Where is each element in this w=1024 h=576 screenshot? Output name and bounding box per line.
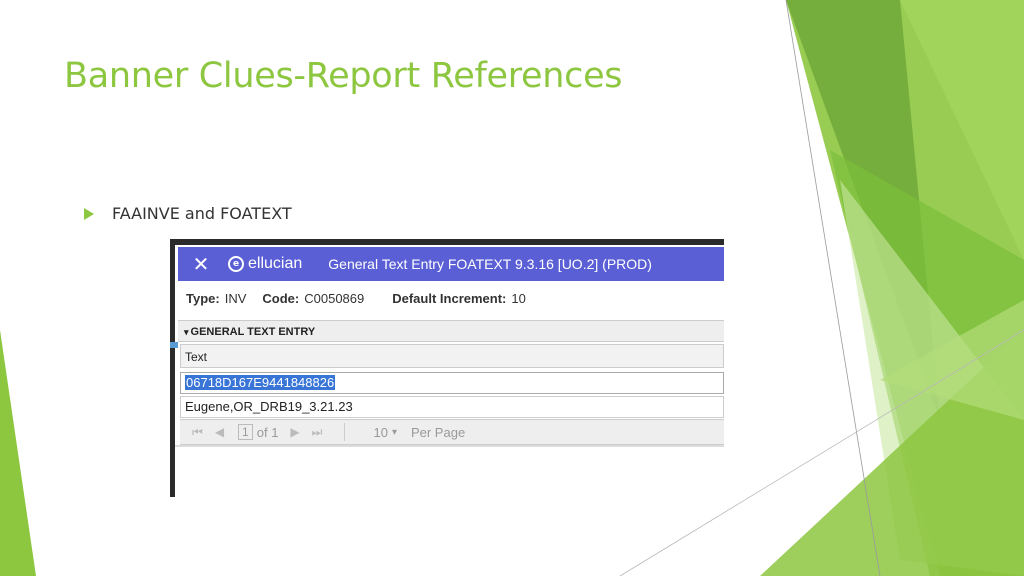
increment-value: 10 [511,291,526,306]
focus-indicator [170,342,178,348]
bullet-arrow-icon [84,207,94,220]
increment-label: Default Increment: [392,291,507,306]
code-label: Code: [262,291,300,306]
last-page-icon[interactable]: ⏭ [312,425,323,440]
screenshot-bottom-edge [175,445,724,447]
text-cell-selected[interactable]: 06718D167E9441848826 [185,375,336,390]
first-page-icon[interactable]: ⏮ [192,425,203,440]
collapse-triangle-icon[interactable]: ▾ [184,327,189,337]
app-header: ✕ e ellucian General Text Entry FOATEXT … [178,247,724,281]
page-size-select[interactable]: 10 [373,425,387,440]
table-row[interactable]: Eugene,OR_DRB19_3.21.23 [180,396,724,418]
ellucian-logo-icon: e [228,256,244,272]
next-page-icon[interactable]: ▶ [290,425,299,439]
type-value: INV [224,291,247,306]
screenshot-border-top [170,239,724,245]
type-label: Type: [186,291,220,306]
text-cell[interactable]: Eugene,OR_DRB19_3.21.23 [185,399,353,414]
per-page-label: Per Page [410,424,466,440]
logo-text: ellucian [248,255,303,272]
previous-page-icon[interactable]: ◀ [215,425,224,439]
section-title: GENERAL TEXT ENTRY [190,326,316,338]
ellucian-logo: e ellucian [228,255,302,273]
bullet-item: FAAINVE and FOATEXT [84,204,292,223]
table-row[interactable]: 06718D167E9441848826 [180,372,724,394]
embedded-screenshot: ✕ e ellucian General Text Entry FOATEXT … [170,239,724,497]
chevron-down-icon[interactable]: ▾ [392,427,397,438]
column-header-text[interactable]: Text [180,344,724,368]
bullet-text: FAAINVE and FOATEXT [112,204,292,223]
section-header-general-text-entry[interactable]: ▾ GENERAL TEXT ENTRY [178,320,724,342]
key-block: Type: INV Code: C0050869 Default Increme… [186,291,542,306]
screenshot-border-left [170,239,175,497]
window-title: General Text Entry FOATEXT 9.3.16 [UO.2]… [328,256,652,272]
page-count-text: of 1 [256,424,279,440]
code-value: C0050869 [304,291,365,306]
page-number-input[interactable]: 1 [238,424,253,440]
close-icon[interactable]: ✕ [186,252,216,276]
pager-divider [344,423,346,441]
pagination-bar: ⏮ ◀ 1 of 1 ▶ ⏭ 10 ▾ Per Page [180,419,724,445]
slide-title: Banner Clues-Report References [64,56,623,96]
